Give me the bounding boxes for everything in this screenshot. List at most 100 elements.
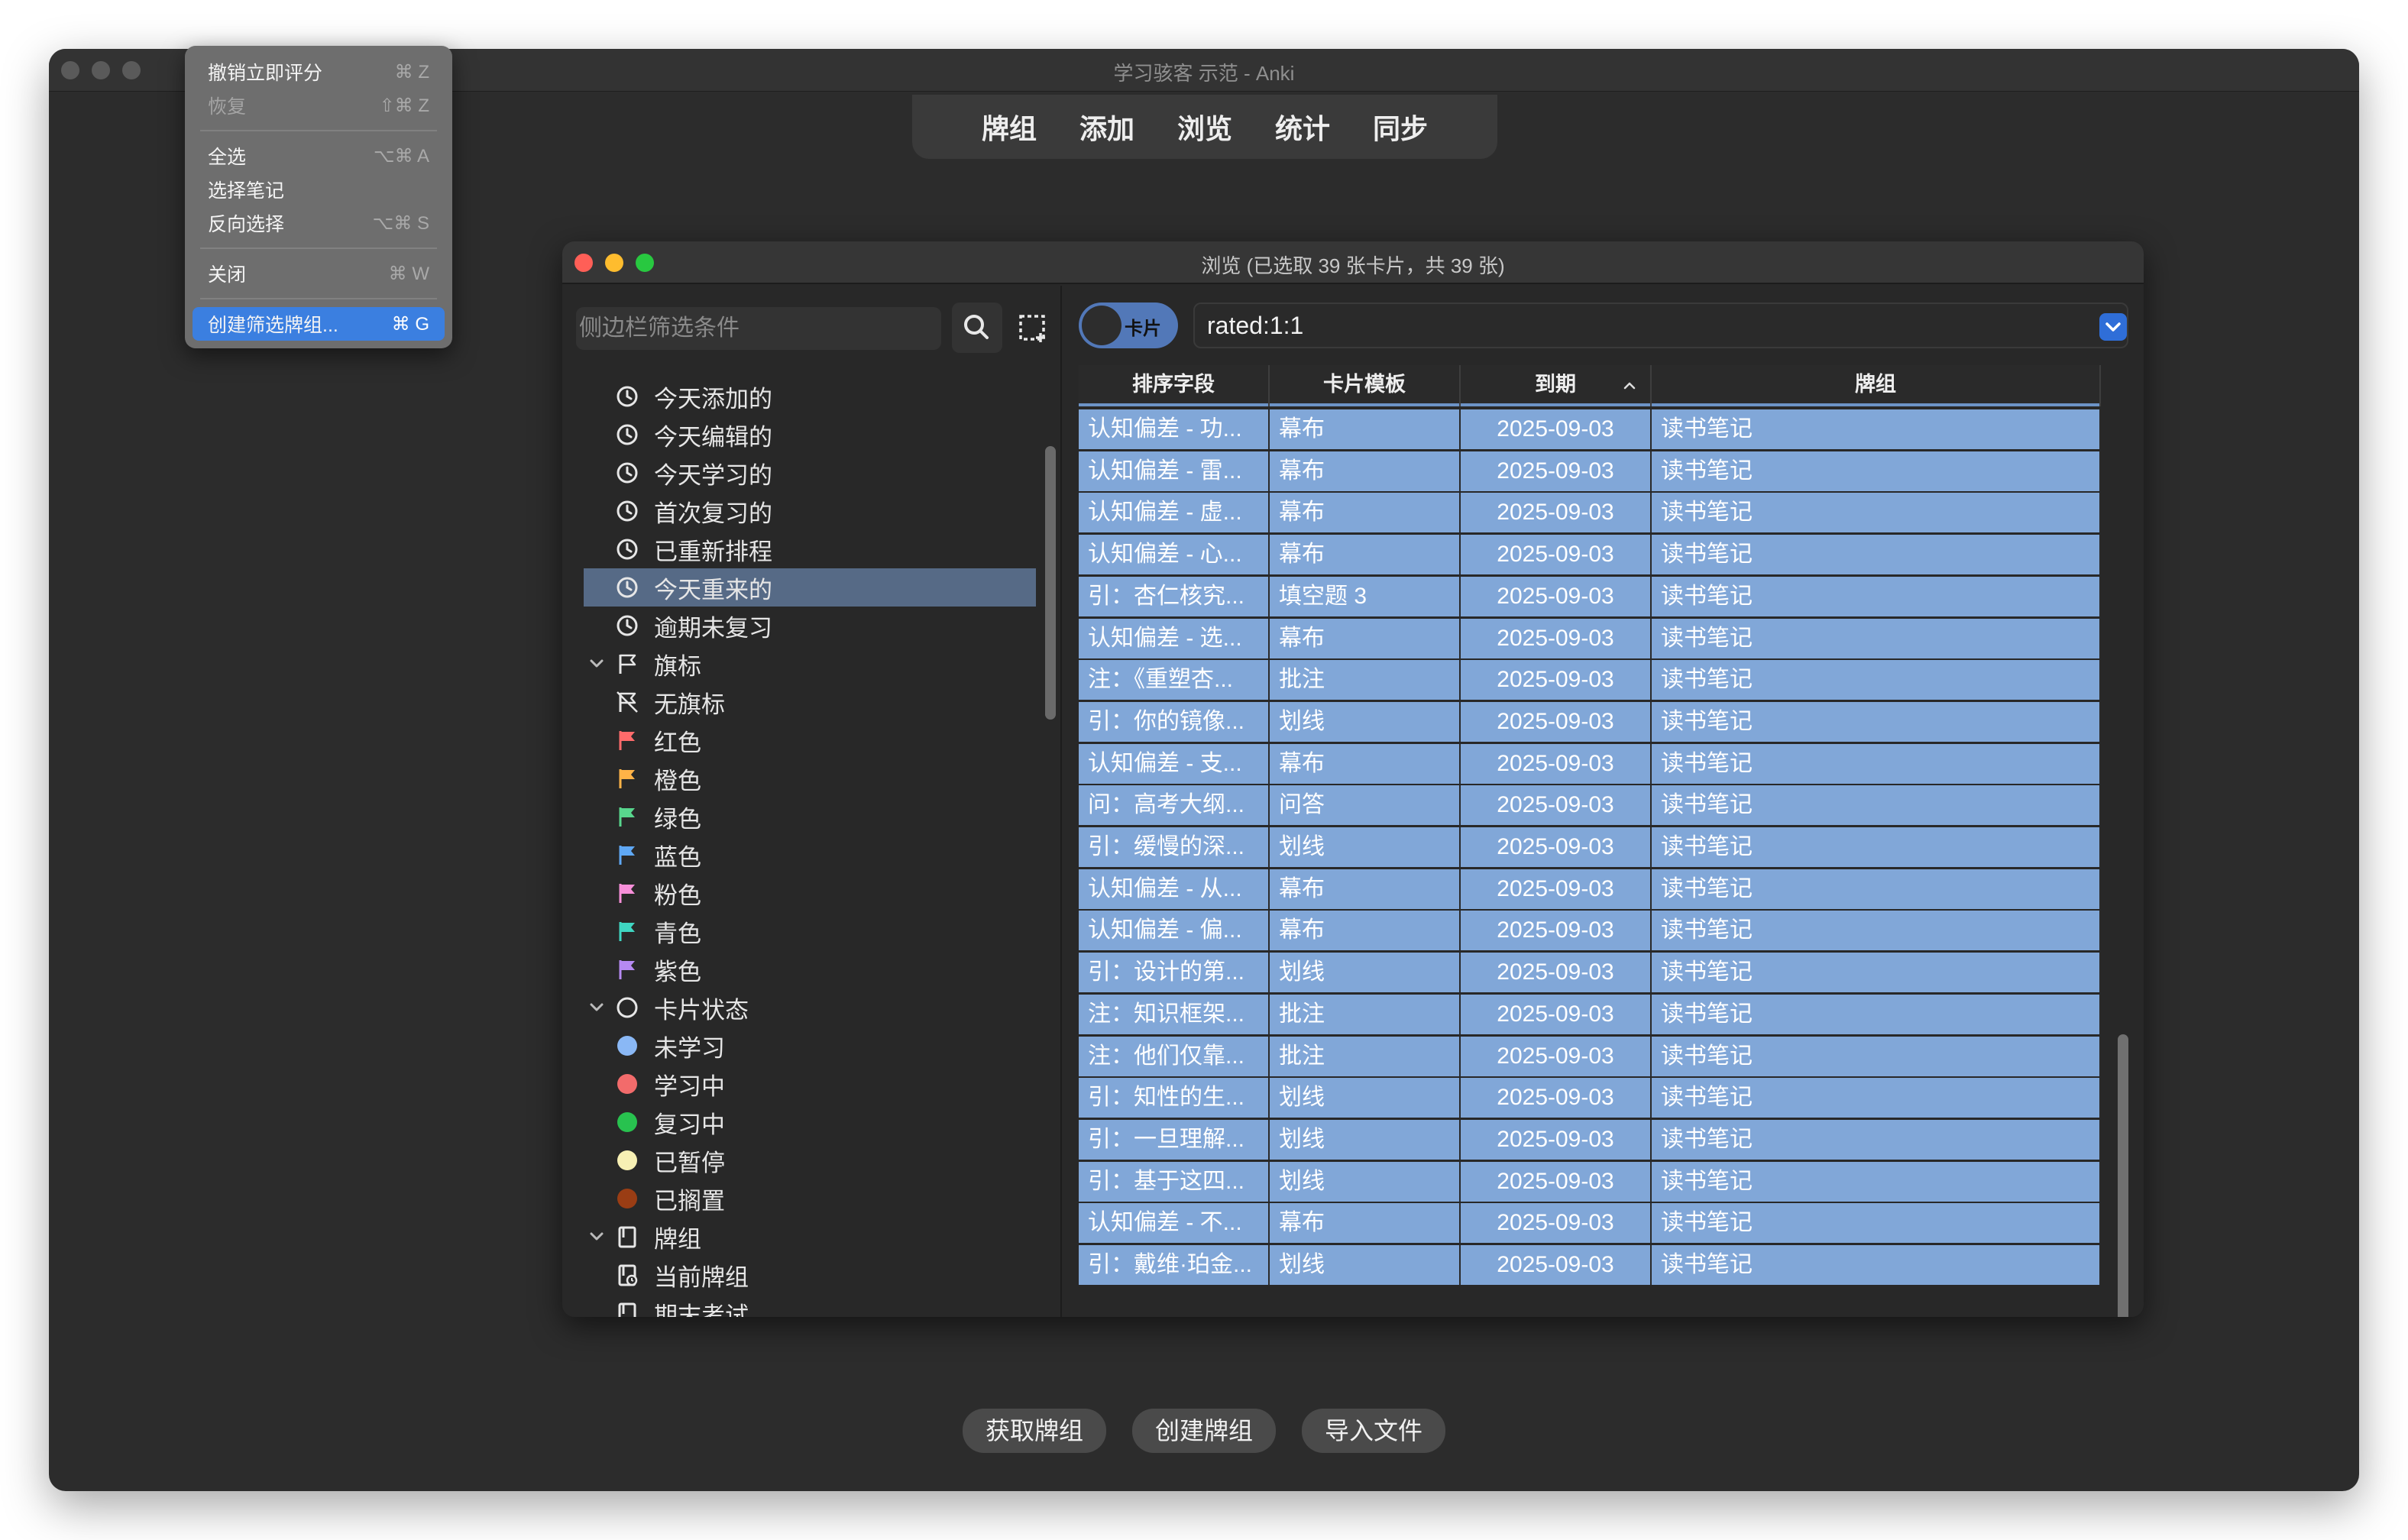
menu-item-shortcut: ⌘ W bbox=[388, 263, 429, 284]
sidebar-item-state[interactable]: 已搁置 bbox=[584, 1179, 1036, 1218]
sidebar-item-flag[interactable]: 粉色 bbox=[584, 874, 1036, 912]
table-scrollbar[interactable] bbox=[2118, 1034, 2128, 1317]
get-shared-button[interactable]: 获取牌组 bbox=[962, 1409, 1106, 1453]
table-row[interactable]: 认知偏差 - 从... 幕布 2025-09-03 读书笔记 bbox=[1079, 869, 2101, 909]
table-cell: 幕布 bbox=[1270, 409, 1461, 449]
search-icon bbox=[964, 315, 989, 339]
sidebar-item-today[interactable]: 逾期未复习 bbox=[584, 607, 1036, 645]
table-cell: 2025-09-03 bbox=[1461, 785, 1652, 826]
table-row[interactable]: 注：知识框架... 批注 2025-09-03 读书笔记 bbox=[1079, 994, 2101, 1034]
table-cell: 读书笔记 bbox=[1652, 911, 2101, 951]
toolbar-decks[interactable]: 牌组 bbox=[963, 99, 1055, 154]
sidebar-search-input[interactable] bbox=[576, 307, 941, 350]
table-cell: 读书笔记 bbox=[1652, 493, 2101, 533]
sidebar-item-flag[interactable]: 青色 bbox=[584, 912, 1036, 950]
menu-item-label: 全选 bbox=[208, 147, 247, 168]
table-row[interactable]: 引：戴维·珀金... 划线 2025-09-03 读书笔记 bbox=[1079, 1245, 2101, 1285]
sidebar-item-state[interactable]: 已暂停 bbox=[584, 1141, 1036, 1179]
cards-notes-toggle[interactable]: 卡片 bbox=[1079, 302, 1178, 348]
tree-item-label: 橙色 bbox=[654, 767, 701, 794]
sidebar-item-today[interactable]: 今天重来的 bbox=[584, 568, 1036, 607]
menu-item[interactable]: 选择笔记 bbox=[193, 173, 445, 206]
table-cell: 读书笔记 bbox=[1652, 409, 2101, 449]
table-row[interactable]: 认知偏差 - 雷... 幕布 2025-09-03 读书笔记 bbox=[1079, 451, 2101, 491]
sidebar-item-flag[interactable]: 红色 bbox=[584, 721, 1036, 759]
table-cell: 2025-09-03 bbox=[1461, 409, 1652, 449]
sidebar-item-state[interactable]: 学习中 bbox=[584, 1065, 1036, 1103]
toolbar-browse[interactable]: 浏览 bbox=[1159, 99, 1251, 154]
table-row[interactable]: 引：你的镜像... 划线 2025-09-03 读书笔记 bbox=[1079, 701, 2101, 742]
table-row[interactable]: 问：高考大纲... 问答 2025-09-03 读书笔记 bbox=[1079, 785, 2101, 826]
sidebar-select-tool[interactable] bbox=[1007, 302, 1057, 353]
sidebar-item-today[interactable]: 今天添加的 bbox=[584, 377, 1036, 416]
sidebar-item-today[interactable]: 今天学习的 bbox=[584, 454, 1036, 492]
table-row[interactable]: 认知偏差 - 功... 幕布 2025-09-03 读书笔记 bbox=[1079, 409, 2101, 449]
table-cell: 读书笔记 bbox=[1652, 618, 2101, 658]
menu-item[interactable]: 反向选择 ⌥⌘ S bbox=[193, 206, 445, 240]
search-dropdown-button[interactable] bbox=[2099, 313, 2127, 341]
table-row[interactable]: 引：一旦理解... 划线 2025-09-03 读书笔记 bbox=[1079, 1119, 2101, 1160]
toolbar-sync[interactable]: 同步 bbox=[1354, 99, 1446, 154]
table-row[interactable]: 认知偏差 - 不... 幕布 2025-09-03 读书笔记 bbox=[1079, 1203, 2101, 1244]
menu-item[interactable]: 全选 ⌥⌘ A bbox=[193, 139, 445, 173]
table-row[interactable]: 认知偏差 - 心... 幕布 2025-09-03 读书笔记 bbox=[1079, 535, 2101, 575]
flag-icon bbox=[614, 956, 640, 982]
table-row[interactable]: 引：知性的生... 划线 2025-09-03 读书笔记 bbox=[1079, 1078, 2101, 1118]
table-row[interactable]: 认知偏差 - 偏... 幕布 2025-09-03 读书笔记 bbox=[1079, 911, 2101, 951]
sidebar-item-deck[interactable]: 期末考试 bbox=[584, 1294, 1036, 1317]
sidebar-item-state[interactable]: 未学习 bbox=[584, 1027, 1036, 1065]
expand-toggle[interactable] bbox=[584, 654, 610, 674]
table-row[interactable]: 引：缓慢的深... 划线 2025-09-03 读书笔记 bbox=[1079, 827, 2101, 867]
table-cell: 认知偏差 - 支... bbox=[1079, 743, 1270, 784]
expand-toggle[interactable] bbox=[584, 1227, 610, 1247]
flag-icon bbox=[614, 765, 640, 791]
column-due[interactable]: 到期 bbox=[1461, 365, 1652, 406]
sidebar-item-flag[interactable]: 无旗标 bbox=[584, 683, 1036, 721]
tree-item-label: 蓝色 bbox=[654, 843, 701, 871]
sidebar-item-deck[interactable]: 当前牌组 bbox=[584, 1256, 1036, 1294]
sidebar-group-card-state[interactable]: 卡片状态 bbox=[584, 988, 1036, 1027]
table-cell: 读书笔记 bbox=[1652, 660, 2101, 700]
sidebar-group-flags[interactable]: 旗标 bbox=[584, 645, 1036, 683]
table-row[interactable]: 认知偏差 - 选... 幕布 2025-09-03 读书笔记 bbox=[1079, 618, 2101, 658]
sidebar-item-today[interactable]: 今天编辑的 bbox=[584, 416, 1036, 454]
sidebar-item-flag[interactable]: 蓝色 bbox=[584, 836, 1036, 874]
sidebar-item-today[interactable]: 首次复习的 bbox=[584, 492, 1036, 530]
status-dot-icon bbox=[617, 1189, 637, 1208]
menu-item-label: 创建筛选牌组... bbox=[208, 315, 338, 336]
column-sort-field[interactable]: 排序字段 bbox=[1079, 365, 1270, 406]
tree-item-label: 已搁置 bbox=[654, 1187, 725, 1215]
create-deck-button[interactable]: 创建牌组 bbox=[1131, 1409, 1276, 1453]
sidebar-item-today[interactable]: 已重新排程 bbox=[584, 530, 1036, 568]
table-row[interactable]: 注：《重塑杏... 批注 2025-09-03 读书笔记 bbox=[1079, 660, 2101, 700]
toolbar-add[interactable]: 添加 bbox=[1061, 99, 1153, 154]
tree-item-label: 期末考试 bbox=[654, 1302, 749, 1318]
table-row[interactable]: 引：设计的第... 划线 2025-09-03 读书笔记 bbox=[1079, 953, 2101, 993]
flag-icon bbox=[614, 804, 640, 830]
menu-item[interactable]: 恢复 ⇧⌘ Z bbox=[193, 89, 445, 122]
menu-item[interactable]: 创建筛选牌组... ⌘ G bbox=[193, 307, 445, 341]
table-row[interactable]: 认知偏差 - 支... 幕布 2025-09-03 读书笔记 bbox=[1079, 743, 2101, 784]
menu-item-label: 选择笔记 bbox=[208, 180, 285, 202]
table-row[interactable]: 认知偏差 - 虚... 幕布 2025-09-03 读书笔记 bbox=[1079, 493, 2101, 533]
sidebar-item-state[interactable]: 复习中 bbox=[584, 1103, 1036, 1141]
menu-item[interactable]: 关闭 ⌘ W bbox=[193, 257, 445, 290]
import-file-button[interactable]: 导入文件 bbox=[1302, 1409, 1446, 1453]
sidebar-item-flag[interactable]: 橙色 bbox=[584, 759, 1036, 798]
sidebar-item-flag[interactable]: 紫色 bbox=[584, 950, 1036, 988]
search-query-input[interactable]: rated:1:1 bbox=[1193, 302, 2128, 348]
toolbar-stats[interactable]: 统计 bbox=[1257, 99, 1348, 154]
sidebar-search-button[interactable] bbox=[952, 302, 1002, 353]
column-card-template[interactable]: 卡片模板 bbox=[1270, 365, 1461, 406]
menu-item[interactable]: 撤销立即评分 ⌘ Z bbox=[193, 55, 445, 89]
sidebar-scrollbar[interactable] bbox=[1045, 446, 1056, 720]
sidebar-item-flag[interactable]: 绿色 bbox=[584, 798, 1036, 836]
tree-item-label: 已暂停 bbox=[654, 1149, 725, 1176]
expand-toggle[interactable] bbox=[584, 998, 610, 1017]
table-row[interactable]: 注：他们仅靠... 批注 2025-09-03 读书笔记 bbox=[1079, 1036, 2101, 1076]
table-row[interactable]: 引：杏仁核究... 填空题 3 2025-09-03 读书笔记 bbox=[1079, 576, 2101, 616]
flag-icon bbox=[619, 654, 636, 674]
column-deck[interactable]: 牌组 bbox=[1652, 365, 2101, 406]
sidebar-group-decks[interactable]: 牌组 bbox=[584, 1218, 1036, 1256]
table-row[interactable]: 引：基于这四... 划线 2025-09-03 读书笔记 bbox=[1079, 1161, 2101, 1202]
